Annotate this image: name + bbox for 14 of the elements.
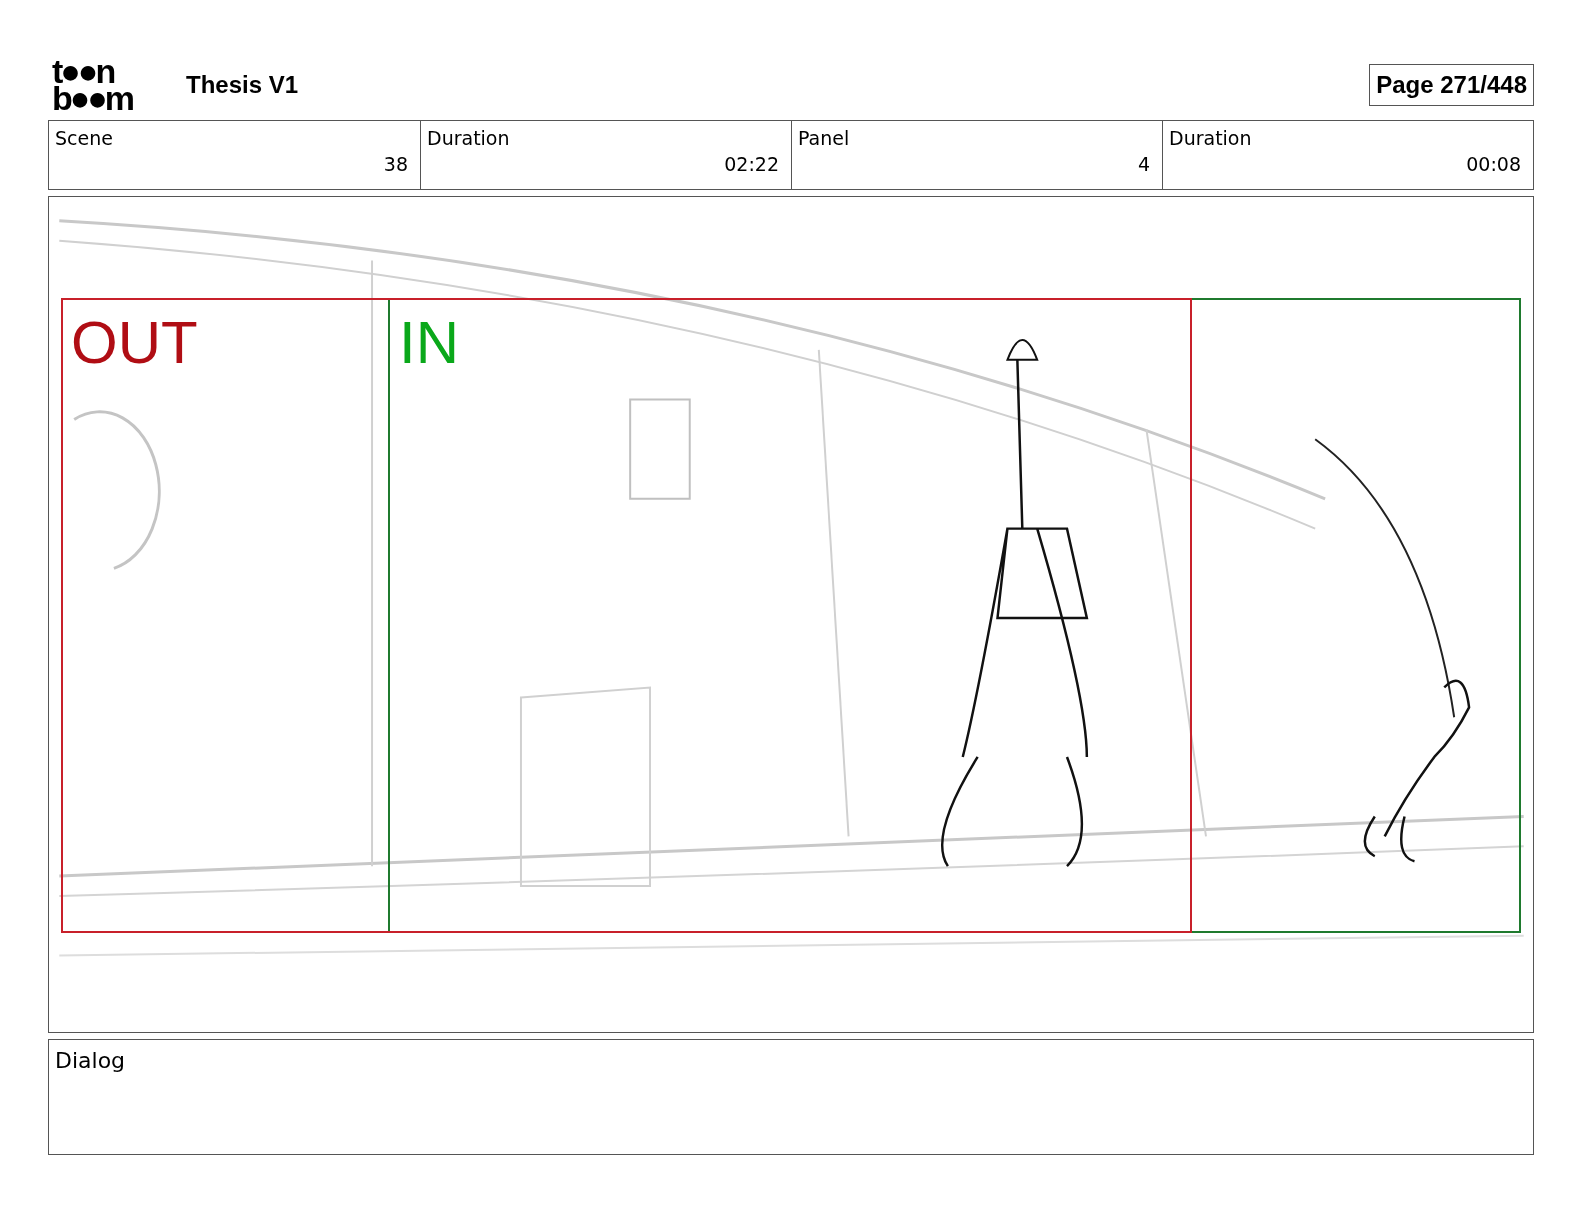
field-label: Scene [55, 127, 114, 149]
toon-boom-logo: t●●n b●●m [52, 58, 134, 112]
field-value: 00:08 [1466, 153, 1521, 175]
field-label: Duration [427, 127, 511, 149]
field-value: 38 [383, 153, 408, 175]
field-value: 02:22 [724, 153, 779, 175]
storyboard-title: Thesis V1 [186, 71, 299, 99]
field-value: 4 [1137, 153, 1150, 175]
page-number: Page 271/448 [1369, 64, 1534, 106]
out-label: OUT [71, 313, 198, 373]
field-label: Duration [1169, 127, 1253, 149]
field-label: Panel [798, 127, 851, 149]
in-label: IN [399, 313, 459, 373]
dialog-label: Dialog [55, 1048, 127, 1073]
